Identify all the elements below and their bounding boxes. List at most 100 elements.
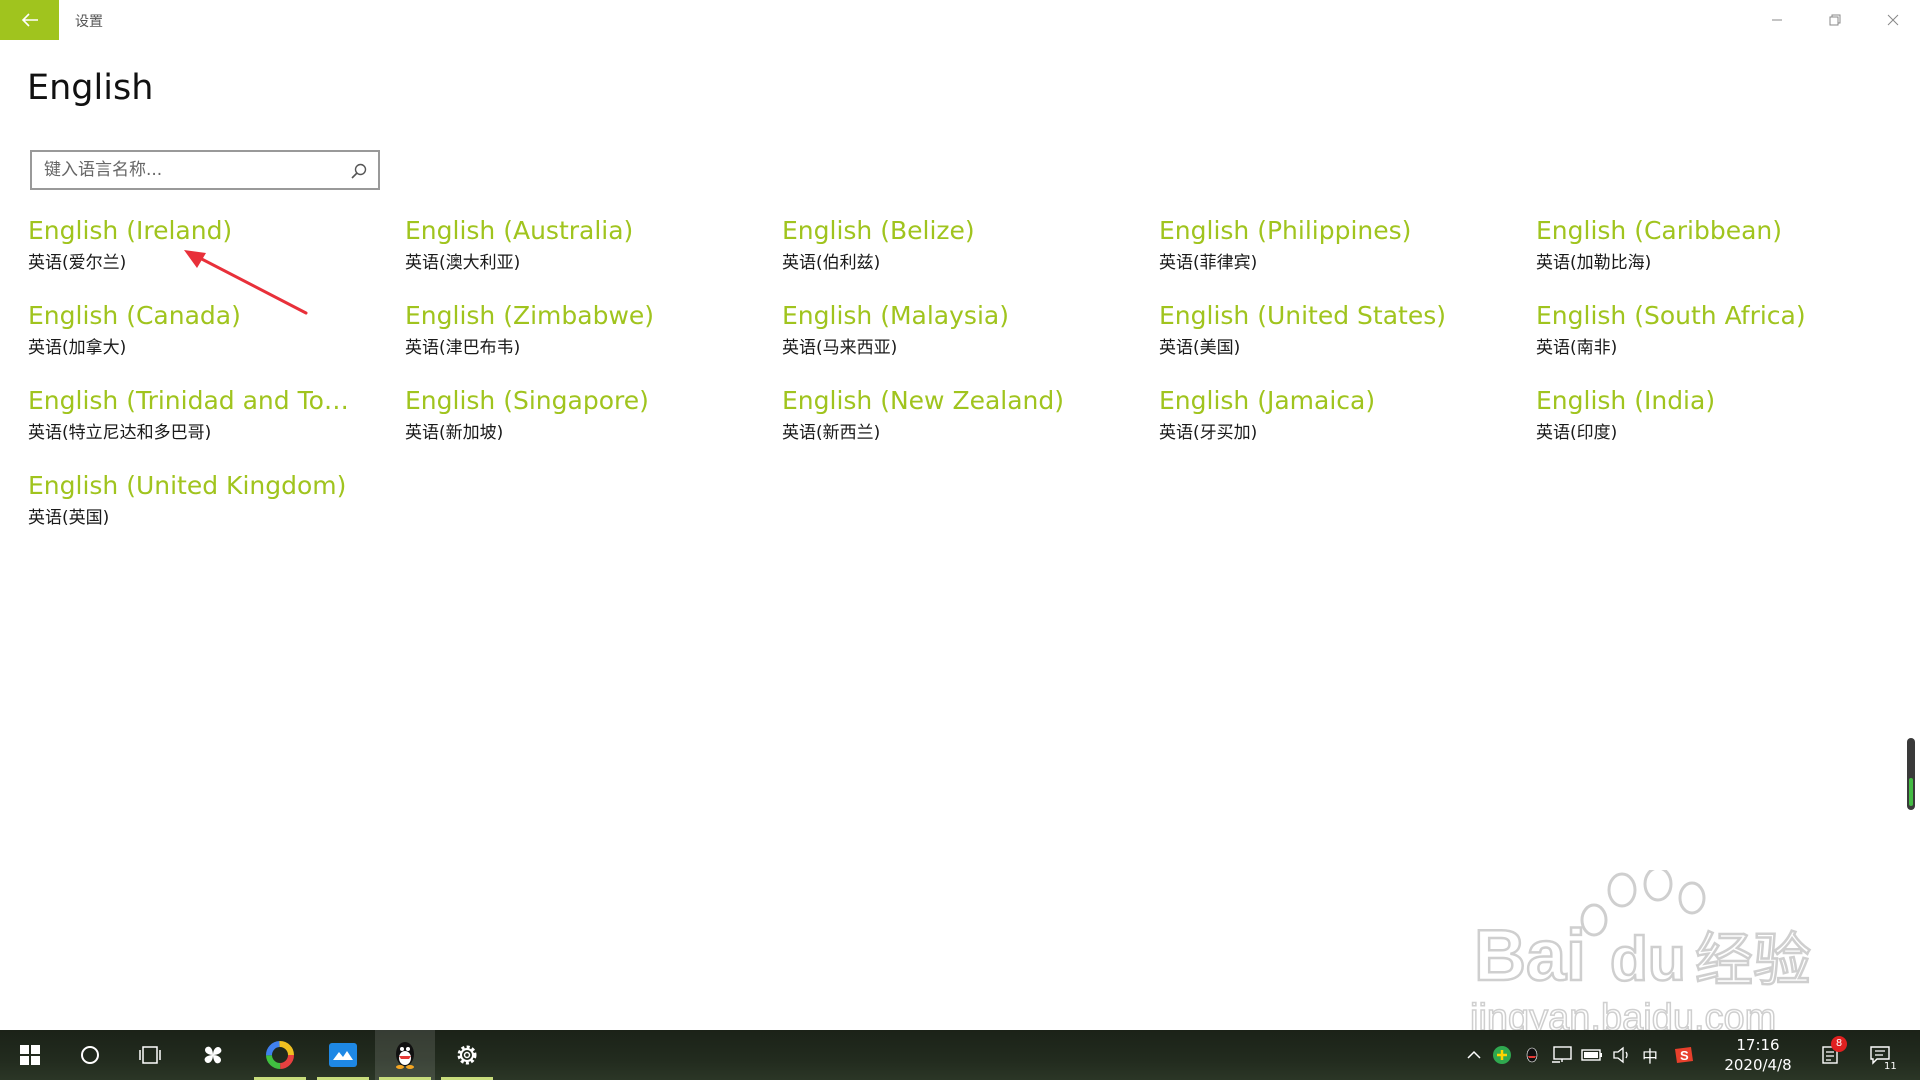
tray-qq[interactable] (1520, 1042, 1544, 1068)
restore-icon (1829, 14, 1841, 26)
back-arrow-icon (21, 13, 38, 27)
show-hidden-icons-button[interactable] (1462, 1042, 1486, 1068)
language-name: English (Ireland) (28, 216, 233, 245)
language-native-name: 英语(新西兰) (782, 423, 881, 443)
language-item-united-states[interactable]: English (United States) 英语(美国) (1159, 298, 1519, 368)
language-native-name: 英语(印度) (1536, 423, 1618, 443)
language-item-belize[interactable]: English (Belize) 英语(伯利兹) (782, 213, 1142, 283)
start-button[interactable] (0, 1030, 60, 1080)
battery-icon (1581, 1049, 1602, 1061)
language-item-zimbabwe[interactable]: English (Zimbabwe) 英语(津巴布韦) (405, 298, 765, 368)
language-native-name: 英语(马来西亚) (782, 338, 898, 358)
page-title: English (27, 68, 154, 108)
volume-icon (1613, 1046, 1628, 1064)
language-item-philippines[interactable]: English (Philippines) 英语(菲律宾) (1159, 213, 1519, 283)
language-name: English (Singapore) (405, 386, 649, 415)
task-view-icon (139, 1046, 161, 1064)
language-name: English (Malaysia) (782, 301, 1009, 330)
language-search-box[interactable] (30, 150, 380, 190)
taskbar-app-settings[interactable] (437, 1030, 497, 1080)
task-view-button[interactable] (120, 1030, 180, 1080)
back-button[interactable] (0, 0, 59, 40)
language-name: English (United Kingdom) (28, 471, 347, 500)
language-item-new-zealand[interactable]: English (New Zealand) 英语(新西兰) (782, 383, 1142, 453)
language-search-input[interactable] (44, 158, 344, 182)
language-item-south-africa[interactable]: English (South Africa) 英语(南非) (1536, 298, 1896, 368)
language-name: English (Zimbabwe) (405, 301, 655, 330)
language-name: English (Jamaica) (1159, 386, 1376, 415)
language-name: English (Philippines) (1159, 216, 1412, 245)
tray-battery[interactable] (1580, 1042, 1604, 1068)
cortana-button[interactable] (60, 1030, 120, 1080)
language-name: English (India) (1536, 386, 1716, 415)
language-item-australia[interactable]: English (Australia) 英语(澳大利亚) (405, 213, 765, 283)
green-plus-app-icon (1493, 1046, 1511, 1064)
language-native-name: 英语(美国) (1159, 338, 1241, 358)
language-native-name: 英语(牙买加) (1159, 423, 1258, 443)
language-native-name: 英语(菲律宾) (1159, 253, 1258, 273)
language-native-name: 英语(英国) (28, 508, 110, 528)
taskbar-app-pinwheel[interactable] (183, 1030, 243, 1080)
watermark-brand-latin: Bai (1474, 916, 1586, 996)
language-native-name: 英语(澳大利亚) (405, 253, 521, 273)
minimize-button[interactable] (1748, 0, 1806, 40)
language-name: English (Australia) (405, 216, 634, 245)
language-name: English (Caribbean) (1536, 216, 1783, 245)
language-name: English (Belize) (782, 216, 975, 245)
language-native-name: 英语(津巴布韦) (405, 338, 521, 358)
taskbar-app-color-ring[interactable] (250, 1030, 310, 1080)
language-name: English (United States) (1159, 301, 1447, 330)
settings-gear-icon (457, 1045, 477, 1065)
clock-date: 2020/4/8 (1724, 1056, 1792, 1074)
chevron-up-icon (1467, 1050, 1481, 1059)
language-name: English (South Africa) (1536, 301, 1806, 330)
svg-text:S: S (1680, 1048, 1689, 1063)
language-item-singapore[interactable]: English (Singapore) 英语(新加坡) (405, 383, 765, 453)
language-name: English (Trinidad and Toba... (28, 386, 363, 415)
action-center-count: 11 (1884, 1061, 1897, 1072)
cloud-drive-app-icon (329, 1043, 357, 1067)
tray-volume[interactable] (1610, 1042, 1634, 1068)
language-item-jamaica[interactable]: English (Jamaica) 英语(牙买加) (1159, 383, 1519, 453)
language-name: English (New Zealand) (782, 386, 1065, 415)
watermark-brand-du: du (1610, 925, 1686, 994)
language-item-trinidad-and-tobago[interactable]: English (Trinidad and Toba... 英语(特立尼达和多巴… (28, 383, 388, 453)
window-title: 设置 (75, 14, 103, 30)
taskbar-app-qq[interactable] (375, 1030, 435, 1080)
language-native-name: 英语(新加坡) (405, 423, 504, 443)
language-item-caribbean[interactable]: English (Caribbean) 英语(加勒比海) (1536, 213, 1896, 283)
pinwheel-app-icon (204, 1046, 222, 1064)
cortana-search-icon (81, 1046, 99, 1064)
network-icon (1552, 1046, 1572, 1063)
tray-ime-indicator[interactable]: 中 (1638, 1042, 1662, 1068)
close-button[interactable] (1864, 0, 1920, 40)
taskbar-app-cloud-drive[interactable] (313, 1030, 373, 1080)
title-bar: 设置 (0, 0, 1920, 40)
close-icon (1887, 14, 1899, 26)
scroll-indicator[interactable] (1907, 738, 1915, 810)
watermark-brand-cn: 经验 (1695, 926, 1811, 994)
qq-tray-icon (1526, 1047, 1538, 1063)
language-native-name: 英语(伯利兹) (782, 253, 881, 273)
minimize-icon (1772, 19, 1782, 21)
search-icon[interactable] (349, 161, 369, 181)
language-native-name: 英语(特立尼达和多巴哥) (28, 423, 212, 443)
language-item-india[interactable]: English (India) 英语(印度) (1536, 383, 1896, 453)
tray-app-green[interactable] (1490, 1042, 1514, 1068)
color-ring-app-icon (266, 1041, 294, 1069)
language-item-malaysia[interactable]: English (Malaysia) 英语(马来西亚) (782, 298, 1142, 368)
qq-penguin-icon (396, 1042, 414, 1069)
language-native-name: 英语(加拿大) (28, 338, 127, 358)
tray-sogou[interactable]: S (1672, 1042, 1696, 1068)
taskbar: 中 S 17:16 2020/4/8 8 11 (0, 1030, 1920, 1080)
notes-badge: 8 (1831, 1036, 1847, 1052)
sogou-input-icon: S (1675, 1047, 1693, 1063)
language-native-name: 英语(加勒比海) (1536, 253, 1652, 273)
language-item-united-kingdom[interactable]: English (United Kingdom) 英语(英国) (28, 468, 388, 538)
tray-network[interactable] (1550, 1042, 1574, 1068)
taskbar-clock[interactable]: 17:16 2020/4/8 (1710, 1035, 1806, 1075)
language-native-name: 英语(南非) (1536, 338, 1618, 358)
windows-start-icon (20, 1045, 40, 1065)
annotation-arrow (184, 250, 308, 315)
restore-button[interactable] (1806, 0, 1864, 40)
